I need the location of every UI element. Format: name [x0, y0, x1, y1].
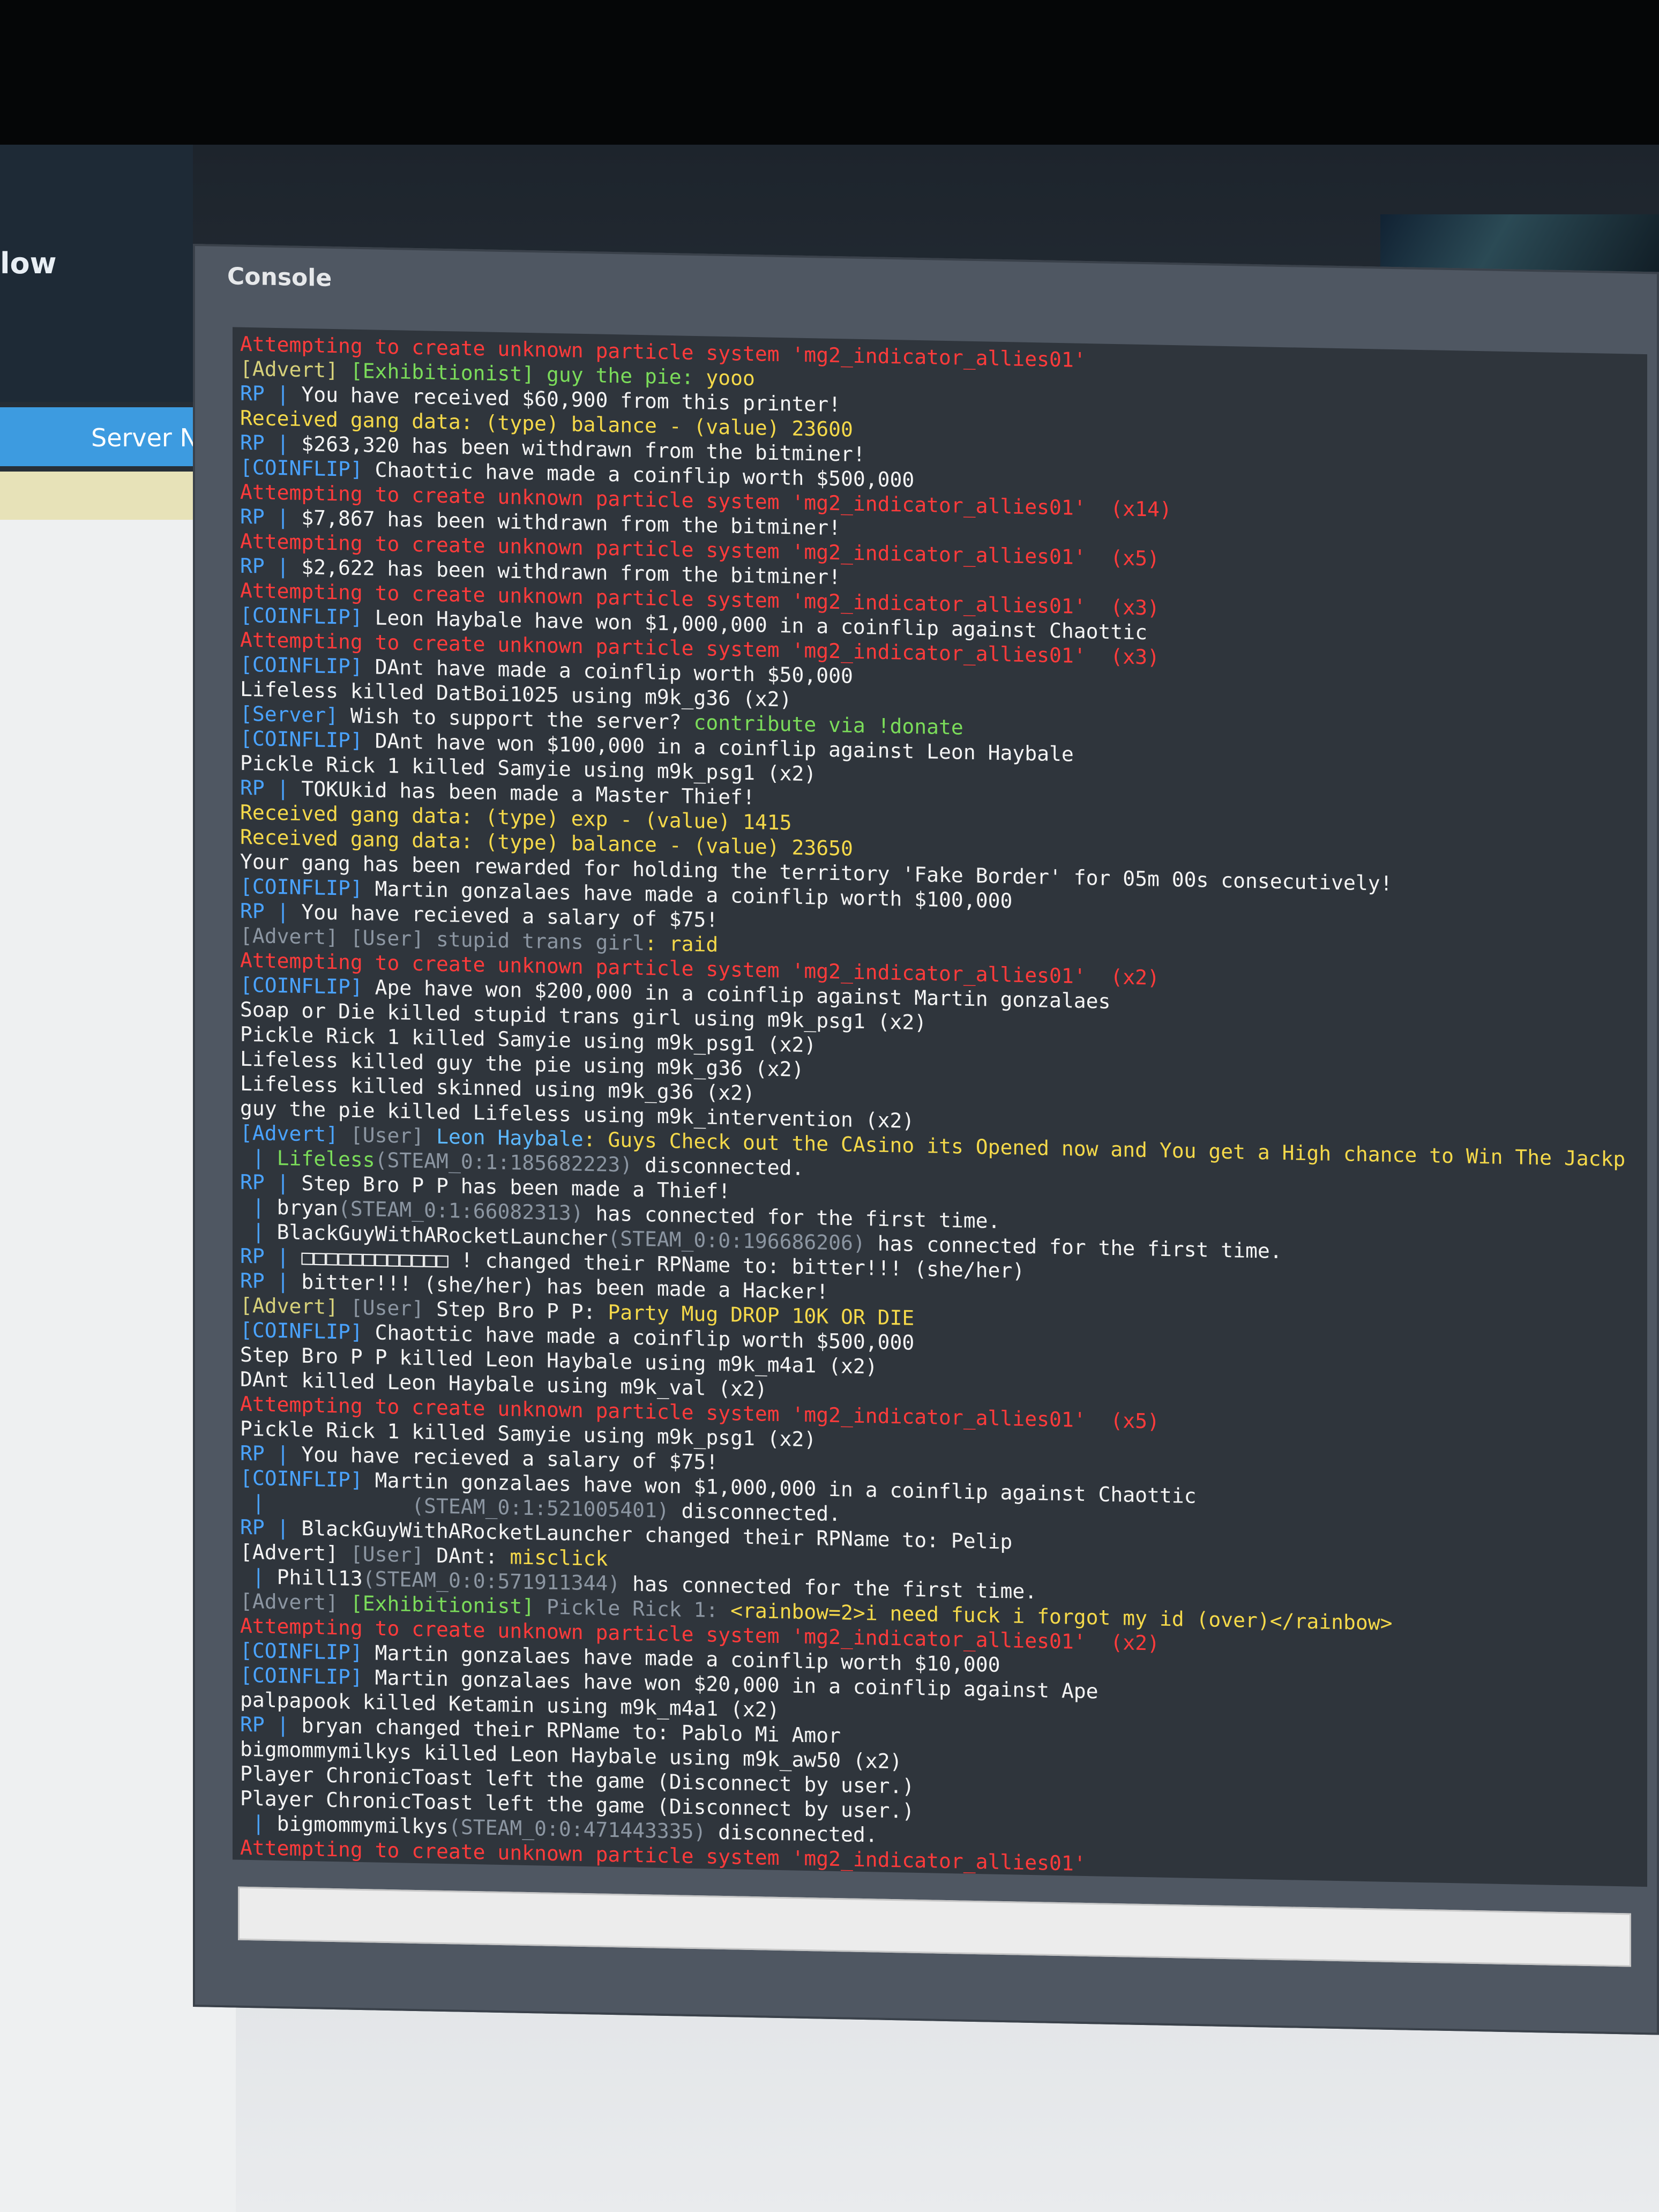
console-line-segment: [Advert]: [240, 1589, 350, 1615]
console-line-segment: (STEAM_0:1:66082313): [338, 1197, 596, 1225]
console-line-segment: disconnected.: [645, 1153, 804, 1180]
background-server-button-label: Server N: [91, 423, 198, 452]
console-line-segment: : raid: [644, 931, 719, 956]
console-line-segment: RP |: [240, 504, 302, 529]
console-window[interactable]: Console Attempting to create unknown par…: [193, 244, 1659, 2035]
console-line-segment: [Exhibitionist]: [350, 358, 547, 386]
console-line-segment: |: [240, 1564, 277, 1589]
console-line-segment: Phill13: [276, 1565, 363, 1591]
console-line-segment: yooo: [706, 365, 755, 391]
console-line-segment: RP |: [240, 430, 302, 455]
console-line-segment: [User]: [350, 1295, 437, 1321]
console-line-segment: RP |: [240, 1244, 302, 1269]
console-line-segment: [Advert]: [240, 356, 350, 383]
console-line-segment: [COINFLIP]: [240, 603, 375, 630]
background-yellow-bar: [0, 472, 193, 520]
console-line-segment: bigmommymilkys: [276, 1812, 449, 1839]
console-log[interactable]: Attempting to create unknown particle sy…: [233, 327, 1647, 1887]
console-line-segment: [COINFLIP]: [240, 1638, 375, 1665]
console-line-segment: RP |: [240, 381, 302, 406]
console-line-segment: RP |: [240, 1441, 302, 1466]
console-line-segment: Leon Haybale: [436, 1124, 584, 1151]
console-line-segment: Pickle Rick 1:: [546, 1595, 731, 1623]
console-line-segment: bryan: [276, 1195, 339, 1221]
console-line-segment: RP |: [240, 1170, 302, 1195]
console-line-segment: [COINFLIP]: [240, 1466, 375, 1492]
console-line-segment: RP |: [240, 1712, 302, 1737]
console-line-segment: misclick: [510, 1545, 608, 1571]
console-line-segment: [User]: [350, 1123, 437, 1148]
console-input[interactable]: [238, 1886, 1631, 1967]
console-line-segment: RP |: [240, 554, 302, 579]
background-nav-text: low: [0, 246, 57, 280]
console-line-segment: [Advert]: [240, 1120, 350, 1147]
console-line-segment: guy the pie:: [546, 362, 706, 390]
console-line-segment: [Server]: [240, 701, 350, 728]
console-line-segment: [Advert]: [240, 1293, 350, 1319]
console-line-segment: Step Bro P P:: [436, 1297, 608, 1324]
console-line-segment: RP |: [240, 899, 302, 924]
console-line-segment: RP |: [240, 1860, 302, 1885]
console-line-segment: disconnected.: [681, 1499, 841, 1526]
console-line-segment: RP |: [240, 1515, 302, 1540]
console-line-segment: [COINFLIP]: [240, 455, 375, 482]
console-line-segment: [Exhibitionist]: [350, 1591, 547, 1619]
console-line-segment: |: [240, 1811, 277, 1836]
console-line-segment: RP |: [240, 775, 302, 801]
console-line-segment: [Advert]: [240, 1540, 350, 1566]
console-line-segment: [COINFLIP]: [240, 874, 375, 901]
monitor-top-bezel: [0, 0, 1659, 161]
console-line-segment: [COINFLIP]: [240, 1663, 375, 1690]
console-line-segment: [COINFLIP]: [240, 652, 375, 679]
console-line-segment: RP |: [240, 1268, 302, 1294]
console-line-segment: [User]: [350, 1542, 437, 1567]
console-line-segment: |: [240, 1219, 277, 1244]
console-line-segment: |: [240, 1490, 277, 1515]
console-line-segment: DAnt:: [436, 1543, 510, 1569]
console-title: Console: [227, 263, 332, 292]
console-line-segment: |: [240, 1145, 277, 1170]
console-line-segment: [COINFLIP]: [240, 1318, 375, 1344]
console-line-segment: Lifeless: [276, 1146, 375, 1172]
console-line-segment: [COINFLIP]: [240, 973, 375, 999]
console-line-segment: |: [240, 1194, 277, 1220]
console-line-segment: disconnected.: [718, 1820, 878, 1847]
console-line-segment: [COINFLIP]: [240, 726, 375, 753]
